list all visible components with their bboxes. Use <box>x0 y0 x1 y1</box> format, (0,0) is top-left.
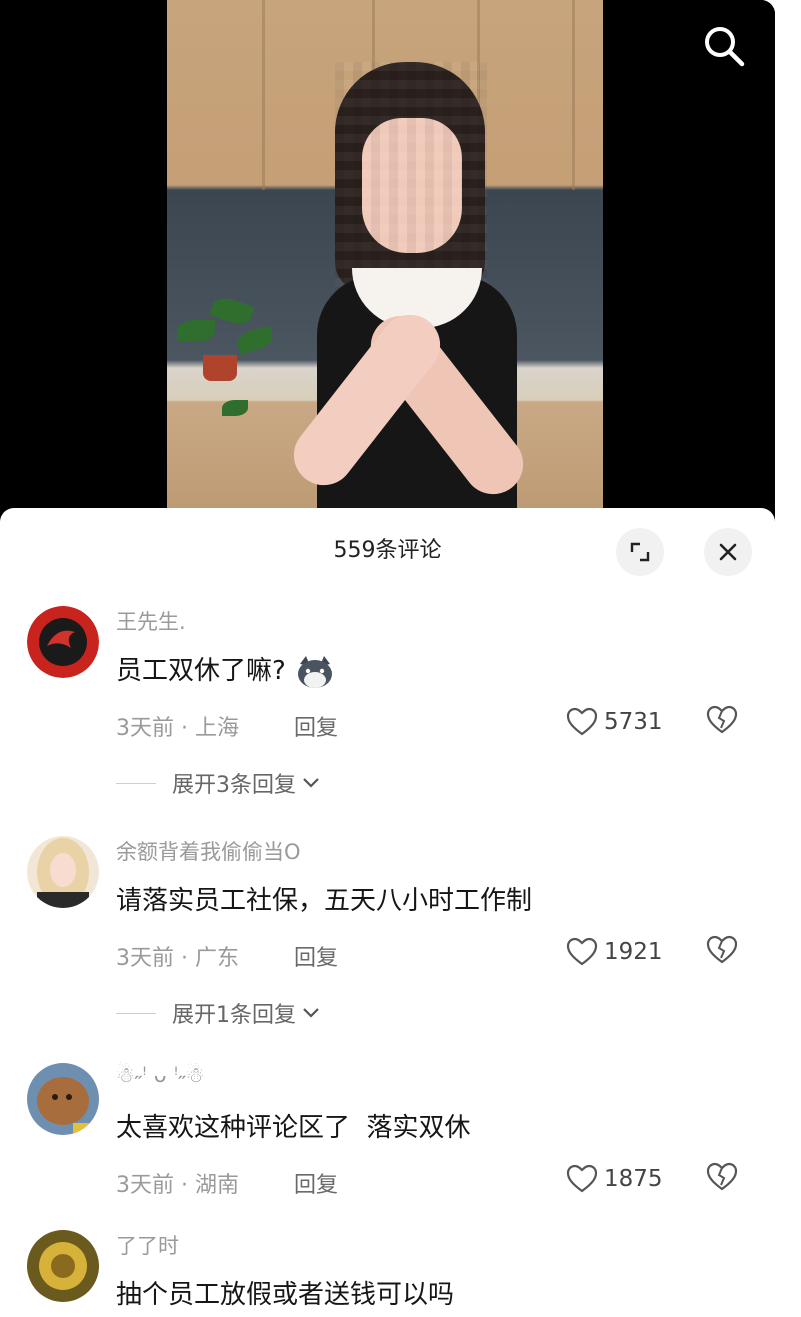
expand-replies-button[interactable]: 展开3条回复 <box>116 768 320 798</box>
close-icon <box>719 543 737 561</box>
comment-meta: 3天前 · 广东 <box>116 946 239 971</box>
page-margin <box>775 0 801 1317</box>
dislike-button[interactable] <box>706 934 738 966</box>
comment-location: 湖南 <box>194 1173 239 1198</box>
like-button[interactable]: 1875 <box>566 1161 663 1197</box>
like-count: 1921 <box>604 939 663 965</box>
comment-meta: 3天前 · 上海 <box>116 716 239 741</box>
comment-text-content: 员工双休了嘛? <box>116 656 286 686</box>
comment-text: 抽个员工放假或者送钱可以吗 <box>116 1280 455 1310</box>
expand-replies-label: 展开3条回复 <box>172 773 296 798</box>
divider <box>116 782 156 784</box>
comment-location: 广东 <box>194 946 239 971</box>
broken-heart-icon <box>706 1162 738 1191</box>
heart-icon <box>566 937 598 966</box>
dislike-button[interactable] <box>706 1161 738 1193</box>
app-screen: 559条评论 王先生. 员工双休了嘛? 3天前 · 上海 回复 5731 展开3… <box>0 0 775 1317</box>
comment-text: 太喜欢这种评论区了 落实双休 <box>116 1113 471 1143</box>
plant-leaf <box>222 400 248 416</box>
avatar[interactable] <box>27 606 99 678</box>
comment-username[interactable]: 王先生. <box>116 606 186 636</box>
plant-leaf <box>235 325 275 355</box>
video-frame <box>167 0 603 540</box>
reply-button[interactable]: 回复 <box>294 710 338 742</box>
chevron-down-icon <box>303 778 319 788</box>
chevron-down-icon <box>303 1008 319 1018</box>
comment-username[interactable]: ☃︎˶ꜝ ᴗ ꜝ˶☃︎ <box>116 1063 204 1088</box>
comment-username[interactable]: 余额背着我偷偷当O <box>116 836 301 866</box>
expand-replies-button[interactable]: 展开1条回复 <box>116 998 320 1028</box>
comment-time: 3天前 <box>116 716 174 741</box>
like-button[interactable]: 5731 <box>566 704 663 740</box>
comment-time: 3天前 <box>116 1173 174 1198</box>
cabinet-line <box>262 0 265 190</box>
plant-leaf <box>177 320 215 342</box>
comments-sheet: 559条评论 王先生. 员工双休了嘛? 3天前 · 上海 回复 5731 展开3… <box>0 508 775 1317</box>
plant-pot <box>203 355 237 381</box>
close-button[interactable] <box>704 528 752 576</box>
like-count: 1875 <box>604 1166 663 1192</box>
like-count: 5731 <box>604 709 663 735</box>
reply-button[interactable]: 回复 <box>294 940 338 972</box>
comment-text: 请落实员工社保，五天八小时工作制 <box>116 886 533 916</box>
avatar[interactable] <box>27 1063 99 1135</box>
avatar[interactable] <box>27 1230 99 1302</box>
comment-text: 员工双休了嘛? <box>116 650 336 690</box>
search-icon[interactable] <box>700 22 746 68</box>
comment-meta: 3天前 · 湖南 <box>116 1173 239 1198</box>
expand-arrows-icon <box>630 542 650 562</box>
heart-icon <box>566 1164 598 1193</box>
mosaic-blur <box>335 62 487 292</box>
expand-replies-label: 展开1条回复 <box>172 1003 296 1028</box>
divider <box>116 1012 156 1014</box>
dislike-button[interactable] <box>706 704 738 736</box>
plant-leaf <box>209 293 255 329</box>
like-button[interactable]: 1921 <box>566 934 663 970</box>
expand-view-button[interactable] <box>616 528 664 576</box>
reply-button[interactable]: 回复 <box>294 1167 338 1199</box>
video-player[interactable] <box>0 0 775 540</box>
dog-emoji-icon <box>294 654 336 690</box>
avatar[interactable] <box>27 836 99 908</box>
comment-time: 3天前 <box>116 946 174 971</box>
cabinet-line <box>572 0 575 190</box>
heart-icon <box>566 707 598 736</box>
comment-username[interactable]: 了了时 <box>116 1230 179 1260</box>
broken-heart-icon <box>706 705 738 734</box>
comment-location: 上海 <box>194 716 239 741</box>
broken-heart-icon <box>706 935 738 964</box>
